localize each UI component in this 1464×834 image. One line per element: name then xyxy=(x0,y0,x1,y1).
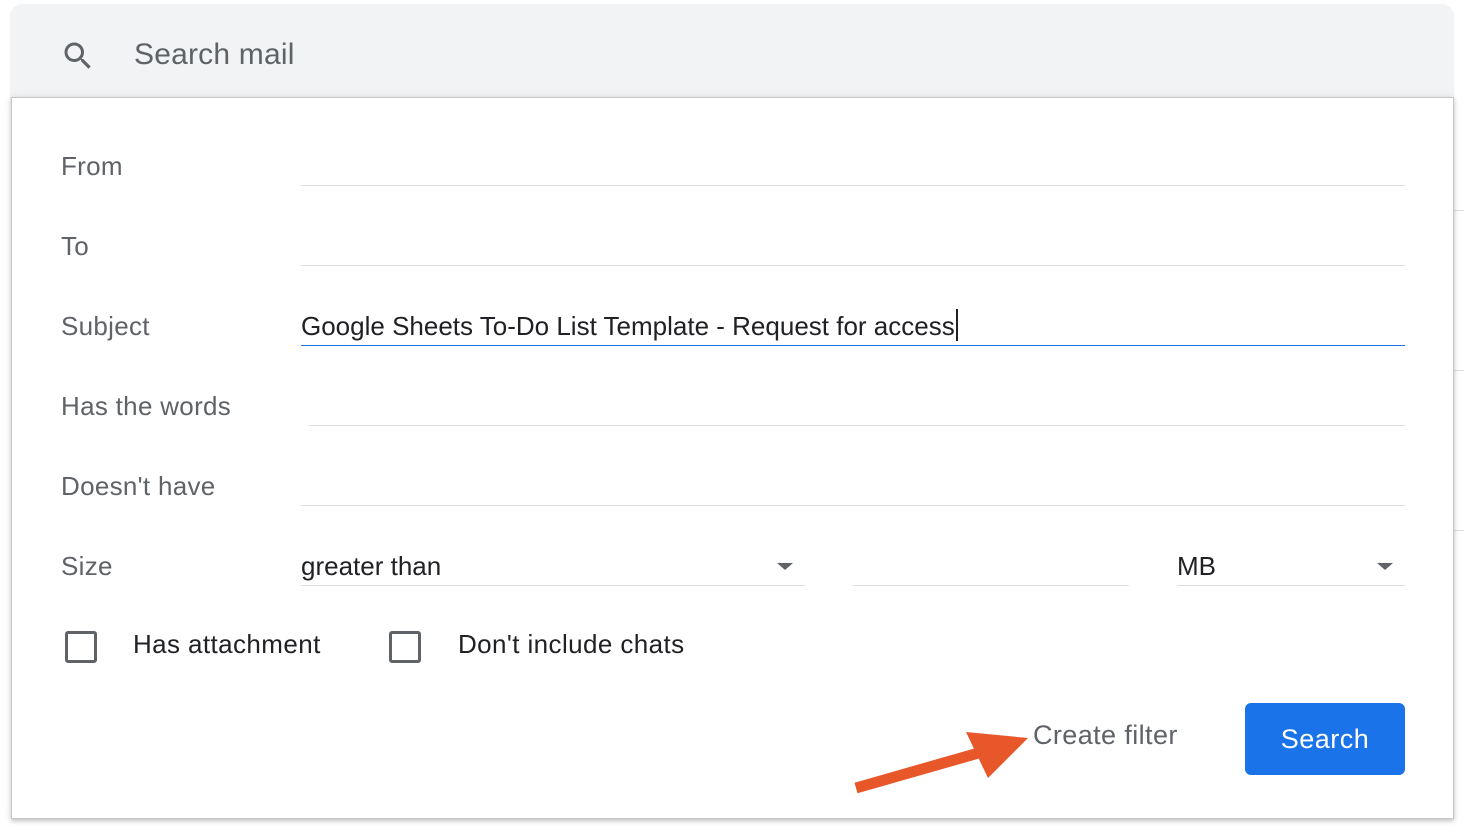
doesnt-have-label: Doesn't have xyxy=(61,471,216,501)
size-unit-value: MB xyxy=(1177,551,1216,581)
subject-text: Google Sheets To-Do List Template - Requ… xyxy=(301,311,955,341)
text-cursor xyxy=(955,309,958,341)
size-label: Size xyxy=(61,551,113,581)
has-words-label: Has the words xyxy=(61,391,232,421)
size-unit-select[interactable]: MB xyxy=(1177,543,1405,586)
search-icon[interactable] xyxy=(60,38,96,74)
search-button-label: Search xyxy=(1280,723,1370,754)
size-operator-value: greater than xyxy=(301,551,442,581)
has-words-field[interactable] xyxy=(309,383,1405,426)
from-field[interactable] xyxy=(301,143,1405,186)
chevron-down-icon xyxy=(777,563,793,570)
dont-include-chats-label[interactable]: Don't include chats xyxy=(458,629,684,660)
subject-label: Subject xyxy=(61,311,150,341)
search-button[interactable]: Search xyxy=(1245,703,1405,775)
chevron-down-icon xyxy=(1377,563,1393,570)
subject-field[interactable]: Google Sheets To-Do List Template - Requ… xyxy=(301,303,1405,346)
subject-value: Google Sheets To-Do List Template - Requ… xyxy=(301,309,958,342)
arrow-annotation-icon xyxy=(854,732,1028,794)
to-label: To xyxy=(61,231,90,261)
create-filter-button[interactable]: Create filter xyxy=(1033,720,1178,751)
to-field[interactable] xyxy=(301,223,1405,266)
from-label: From xyxy=(61,151,123,181)
doesnt-have-field[interactable] xyxy=(301,463,1405,506)
has-attachment-checkbox[interactable] xyxy=(65,631,97,663)
size-value-input[interactable] xyxy=(853,543,1129,586)
advanced-search-panel: From To Subject Google Sheets To-Do List… xyxy=(11,97,1454,819)
has-attachment-label[interactable]: Has attachment xyxy=(133,629,321,660)
search-bar[interactable]: Search mail xyxy=(10,4,1454,100)
search-input[interactable]: Search mail xyxy=(134,38,295,72)
dont-include-chats-checkbox[interactable] xyxy=(389,631,421,663)
size-operator-select[interactable]: greater than xyxy=(301,543,805,586)
